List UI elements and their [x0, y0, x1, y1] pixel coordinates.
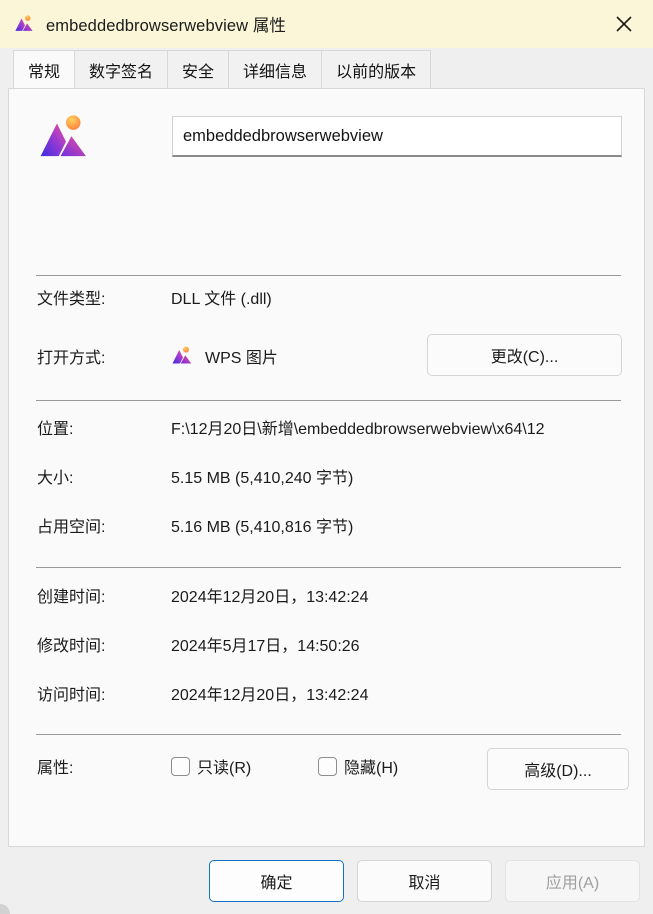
checkbox-hidden[interactable]: 隐藏(H)	[318, 754, 398, 778]
resize-corner	[0, 904, 10, 914]
field-created-value: 2024年12月20日，13:42:24	[171, 589, 369, 606]
checkbox-hidden-box[interactable]	[318, 756, 337, 776]
ok-button-label: 确定	[260, 874, 293, 892]
tab-previous-versions[interactable]: 以前的版本	[321, 50, 432, 88]
tab-details-label: 详细信息	[243, 63, 308, 81]
window-title: embeddedbrowserwebview 属性	[46, 17, 287, 35]
change-button[interactable]: 更改(C)...	[427, 334, 622, 376]
wps-photos-icon	[172, 346, 192, 364]
checkbox-read-only-label: 只读(R)	[197, 760, 252, 777]
wps-photos-icon	[15, 15, 33, 31]
field-accessed: 访问时间: 2024年12月20日，13:42:24	[37, 681, 368, 705]
field-size-label: 大小:	[37, 470, 74, 487]
checkbox-read-only[interactable]: 只读(R)	[171, 754, 318, 778]
field-created-label: 创建时间:	[37, 589, 106, 606]
title-bar: embeddedbrowserwebview 属性	[0, 0, 653, 48]
field-opens-with-value: WPS 图片	[205, 350, 278, 367]
tab-security-label: 安全	[182, 63, 215, 81]
field-modified-label: 修改时间:	[37, 638, 106, 655]
field-location-value: F:\12月20日\新增\embeddedbrowserwebview\x64\…	[171, 421, 545, 438]
tab-digital-signatures[interactable]: 数字签名	[74, 50, 169, 88]
divider-2	[36, 400, 621, 401]
advanced-button-label: 高级(D)...	[524, 763, 592, 780]
dialog-footer: 确定 取消 应用(A)	[0, 847, 653, 914]
file-type-icon	[40, 115, 86, 157]
tab-strip: 常规 数字签名 安全 详细信息 以前的版本	[0, 48, 653, 88]
advanced-button[interactable]: 高级(D)...	[487, 748, 629, 790]
tab-security[interactable]: 安全	[167, 50, 230, 88]
cancel-button[interactable]: 取消	[357, 859, 492, 902]
field-created: 创建时间: 2024年12月20日，13:42:24	[37, 583, 368, 607]
field-accessed-label: 访问时间:	[37, 687, 106, 704]
tab-general-label: 常规	[28, 63, 61, 81]
general-tab-panel: embeddedbrowserwebview 文件类型: DLL 文件 (.dl…	[8, 88, 645, 847]
field-size-on-disk-label: 占用空间:	[37, 519, 106, 536]
apply-button-label: 应用(A)	[545, 874, 600, 892]
file-name-input[interactable]: embeddedbrowserwebview	[172, 116, 622, 157]
field-accessed-value: 2024年12月20日，13:42:24	[171, 687, 369, 704]
field-location: 位置: F:\12月20日\新增\embeddedbrowserwebview\…	[37, 415, 545, 439]
field-modified-value: 2024年5月17日，14:50:26	[171, 638, 360, 655]
tab-details[interactable]: 详细信息	[228, 50, 323, 88]
tab-general[interactable]: 常规	[13, 50, 76, 88]
divider-3	[36, 567, 621, 568]
field-file-type-value: DLL 文件 (.dll)	[171, 291, 272, 308]
field-location-label: 位置:	[37, 421, 74, 438]
divider-4	[36, 734, 621, 735]
tab-digital-signatures-label: 数字签名	[89, 63, 154, 81]
field-attributes: 属性: 只读(R) 隐藏(H)	[37, 754, 398, 778]
checkbox-hidden-label: 隐藏(H)	[344, 760, 399, 777]
field-size-value: 5.15 MB (5,410,240 字节)	[171, 470, 354, 487]
field-size-on-disk: 占用空间: 5.16 MB (5,410,816 字节)	[37, 513, 353, 537]
field-size-on-disk-value: 5.16 MB (5,410,816 字节)	[171, 519, 354, 536]
close-icon[interactable]	[595, 0, 653, 48]
field-attributes-label: 属性:	[37, 760, 74, 777]
change-button-label: 更改(C)...	[490, 349, 559, 366]
field-file-type: 文件类型: DLL 文件 (.dll)	[37, 285, 272, 309]
field-size: 大小: 5.15 MB (5,410,240 字节)	[37, 464, 353, 488]
checkbox-read-only-box[interactable]	[171, 756, 190, 776]
field-modified: 修改时间: 2024年5月17日，14:50:26	[37, 632, 360, 656]
file-properties-dialog: embeddedbrowserwebview 属性 常规 数字签名 安全 详细信…	[0, 0, 653, 914]
divider-1	[36, 275, 621, 276]
field-opens-with-label: 打开方式:	[37, 350, 106, 367]
field-file-type-label: 文件类型:	[37, 291, 106, 308]
ok-button[interactable]: 确定	[209, 859, 344, 902]
apply-button: 应用(A)	[505, 859, 640, 902]
tab-previous-versions-label: 以前的版本	[336, 63, 417, 81]
file-name-value: embeddedbrowserwebview	[183, 126, 383, 145]
cancel-button-label: 取消	[408, 874, 441, 892]
field-opens-with: 打开方式: WPS 图片	[37, 344, 278, 368]
